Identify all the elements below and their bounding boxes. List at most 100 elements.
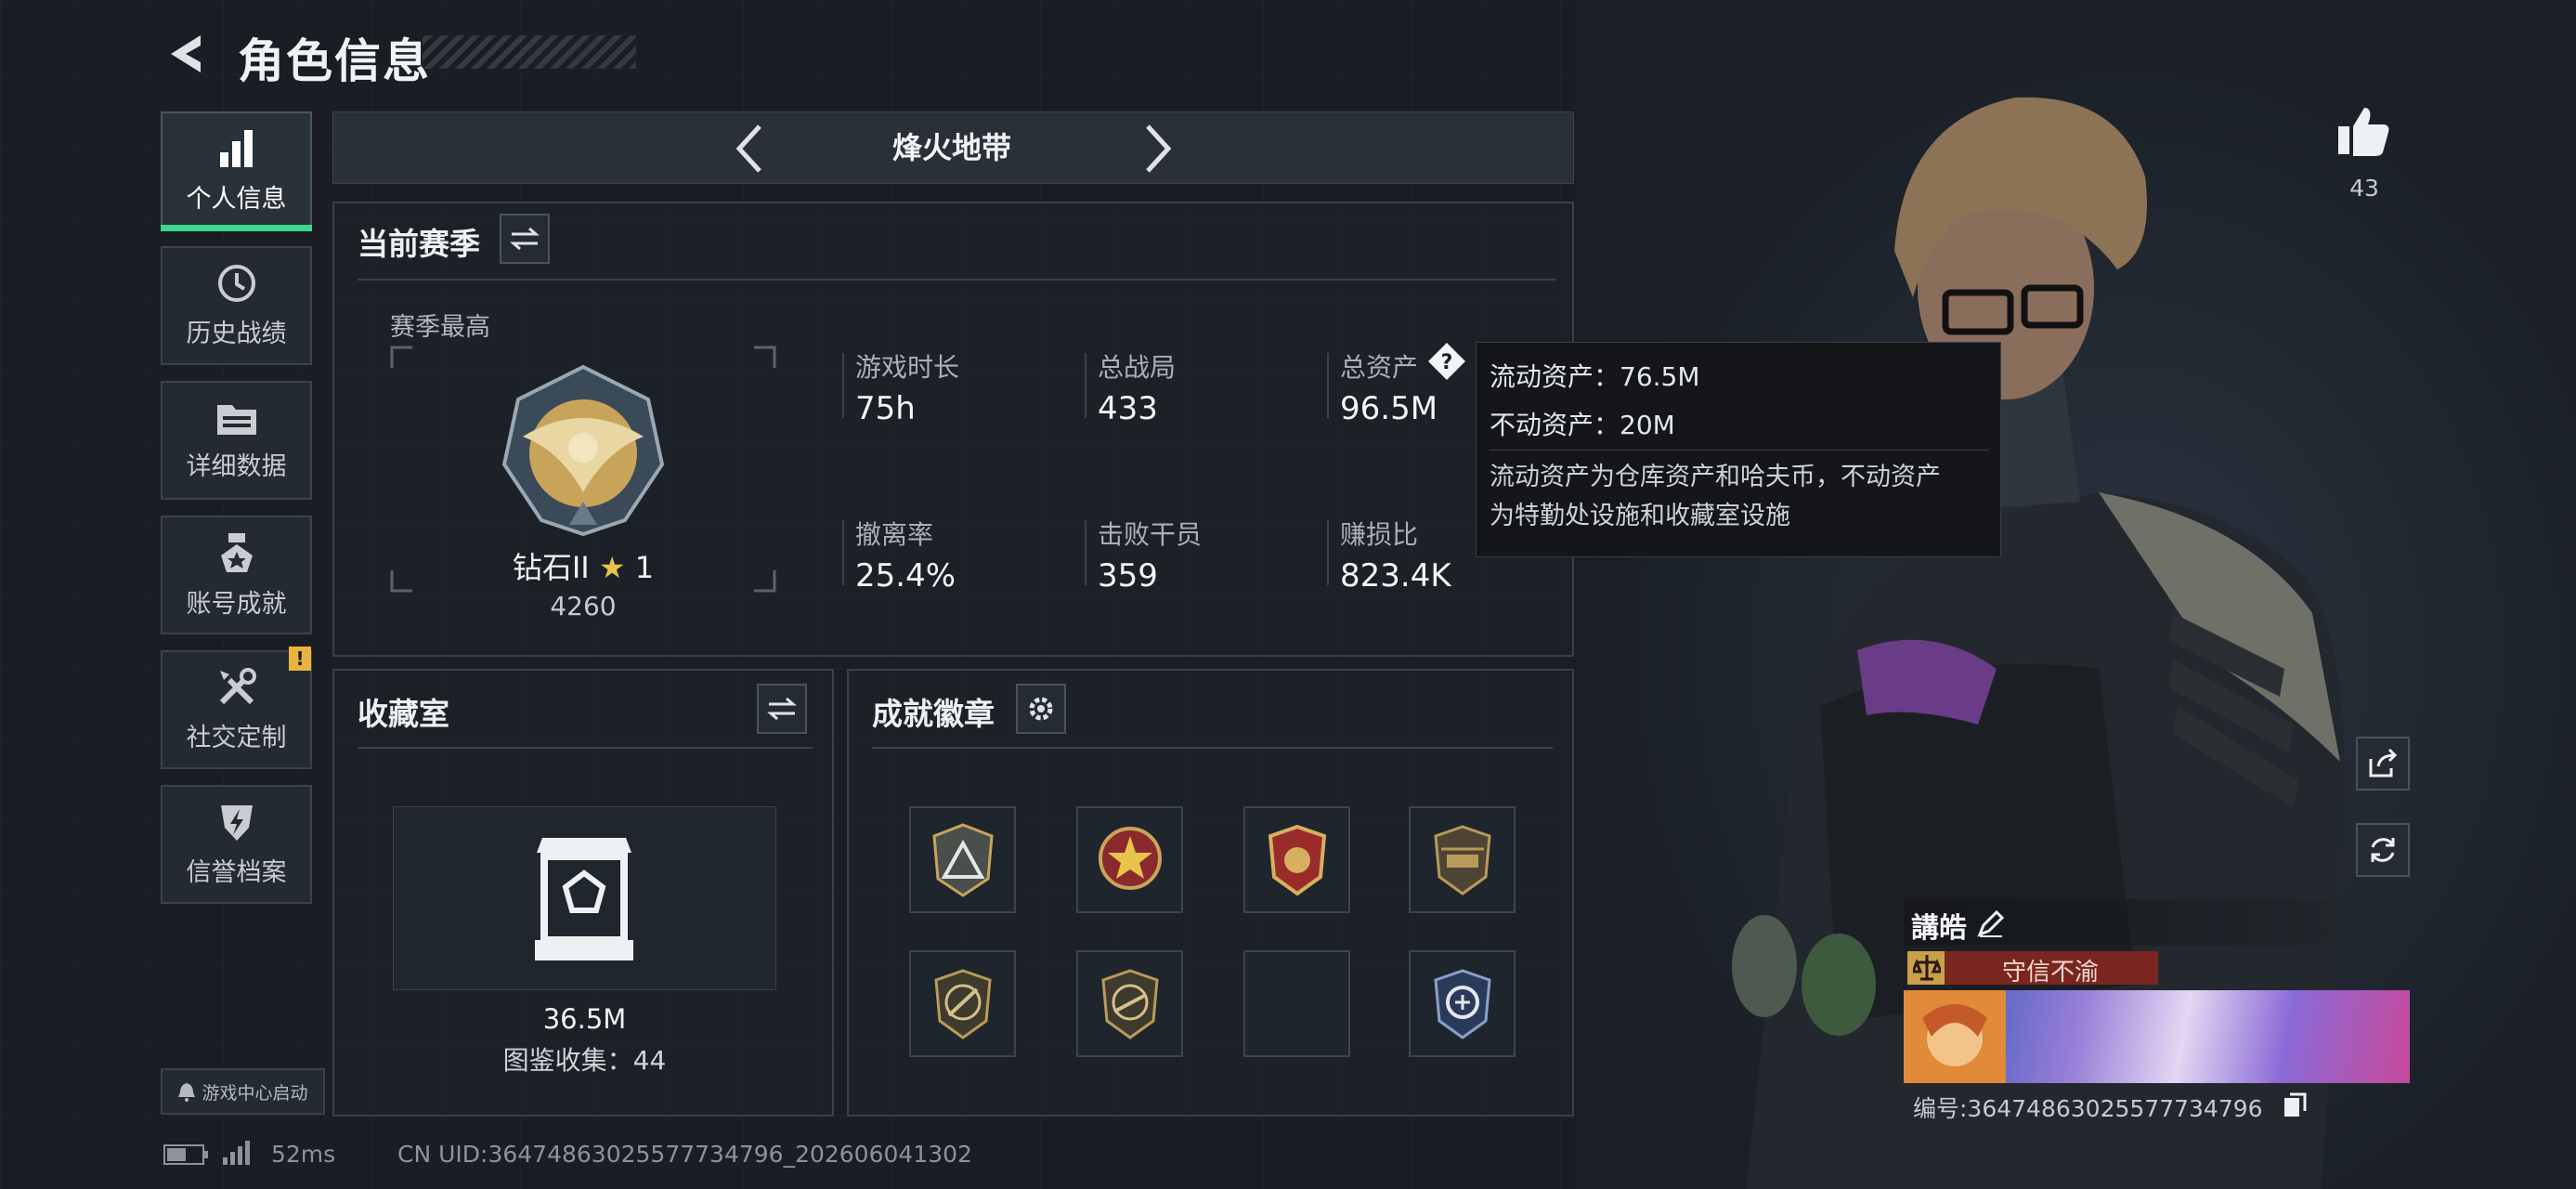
page-title: 角色信息	[238, 34, 431, 88]
red-shield-badge-icon	[1268, 824, 1326, 895]
season-best-label: 赛季最高	[390, 313, 490, 342]
divider	[1327, 520, 1329, 585]
divider	[842, 353, 844, 418]
swap-icon	[767, 697, 797, 721]
collection-switch-button[interactable]	[757, 684, 807, 734]
badge-slot[interactable]	[1409, 950, 1516, 1057]
season-title: 当前赛季	[358, 226, 480, 262]
thumbs-up-icon	[2338, 108, 2389, 156]
next-mode-button[interactable]	[1140, 121, 1177, 180]
collection-value: 36.5M	[542, 1003, 627, 1035]
copy-icon	[2284, 1092, 2307, 1117]
star-icon: ★	[598, 550, 626, 585]
badge-slot-empty[interactable]	[1243, 950, 1350, 1057]
active-indicator	[161, 225, 312, 231]
warning-badge: !	[289, 647, 311, 671]
rank-stars: 1	[634, 550, 655, 585]
shield-bolt-icon	[220, 804, 253, 841]
divider	[872, 747, 1553, 749]
divider	[1085, 520, 1086, 585]
season-switch-button[interactable]	[500, 214, 550, 264]
history-icon	[217, 264, 255, 302]
chevron-right-icon	[1146, 124, 1172, 173]
badge-slot[interactable]	[909, 950, 1016, 1057]
battery-icon	[163, 1144, 208, 1165]
badge-slot[interactable]	[1409, 806, 1516, 913]
back-button[interactable]	[160, 28, 212, 80]
back-arrow-icon	[171, 35, 201, 72]
avatar[interactable]	[1904, 990, 2006, 1083]
badge-slot[interactable]	[1243, 806, 1350, 913]
rank-score: 4260	[550, 591, 617, 621]
sidebar-item-label: 个人信息	[186, 184, 287, 214]
stat-value: 25.4%	[855, 557, 956, 594]
sidebar-item-label: 历史战绩	[186, 319, 287, 348]
badge-slot[interactable]	[909, 806, 1016, 913]
sidebar-item-history[interactable]: 历史战绩	[161, 246, 312, 365]
badge-slot[interactable]	[1076, 806, 1183, 913]
sidebar-item-achievements[interactable]: 账号成就	[161, 516, 312, 634]
stat-label: 总资产	[1340, 352, 1419, 383]
sidebar-item-reputation[interactable]: 信誉档案	[161, 785, 312, 904]
divider	[1490, 450, 1989, 451]
helicopter-shield-badge-icon	[1433, 824, 1491, 895]
sidebar-item-label: 信誉档案	[186, 857, 287, 887]
honor-scale-icon	[1910, 953, 1944, 986]
asset-help-button[interactable]: ?	[1427, 342, 1466, 385]
prev-mode-button[interactable]	[730, 121, 767, 180]
tooltip-description-2: 为特勤处设施和收藏室设施	[1490, 502, 1790, 530]
crossed-rifle-badge-icon	[933, 968, 992, 1039]
sidebar-item-profile[interactable]: 个人信息	[161, 111, 312, 230]
folder-icon	[216, 404, 256, 435]
stat-label: 撤离率	[855, 519, 934, 550]
edit-name-button[interactable]	[1976, 908, 2006, 942]
swap-icon	[510, 227, 540, 251]
tooltip-description-1: 流动资产为仓库资产和哈夫币，不动资产	[1490, 463, 1941, 491]
ping-value: 52ms	[271, 1141, 336, 1168]
stat-label: 赚损比	[1340, 519, 1419, 550]
rifle-shield-badge-icon	[1100, 968, 1159, 1039]
game-center-button[interactable]: 游戏中心启动	[161, 1068, 325, 1115]
player-name: 講皓	[1911, 912, 1967, 945]
badges-settings-button[interactable]	[1016, 684, 1066, 734]
sidebar-item-details[interactable]: 详细数据	[161, 381, 312, 500]
divider	[842, 520, 844, 585]
stat-value: 359	[1098, 557, 1158, 594]
sidebar-item-label: 详细数据	[186, 451, 287, 481]
blue-shield-badge-icon	[1433, 968, 1491, 1039]
badges-title: 成就徽章	[872, 696, 995, 732]
signal-icon	[223, 1141, 250, 1165]
chevron-left-icon	[735, 124, 761, 173]
svg-text:?: ?	[1441, 351, 1453, 374]
copy-id-button[interactable]	[2283, 1092, 2307, 1122]
bar-chart-icon	[219, 129, 253, 167]
stat-value: 75h	[855, 390, 916, 427]
divider	[1085, 353, 1086, 418]
like-button[interactable]	[2336, 104, 2390, 162]
tooltip-fixed-assets: 不动资产：20M	[1490, 410, 1675, 440]
sidebar-item-label: 账号成就	[186, 589, 287, 619]
stat-value: 823.4K	[1340, 557, 1451, 594]
medal-icon	[220, 532, 253, 572]
refresh-icon	[2371, 838, 2395, 862]
mode-title: 烽火地带	[891, 130, 1011, 165]
rank-name: 钻石II	[512, 550, 590, 585]
player-id: 编号:3647486302557773479­6	[1913, 1095, 2263, 1122]
triangle-shield-badge-icon	[931, 822, 994, 897]
rank-line: 钻石II ★ 1	[390, 544, 776, 587]
share-button[interactable]	[2356, 737, 2410, 790]
game-center-label: 游戏中心启动	[202, 1082, 308, 1104]
question-diamond-icon: ?	[1428, 343, 1465, 380]
divider	[358, 279, 1555, 281]
refresh-button[interactable]	[2356, 823, 2410, 877]
tooltip-liquid-assets: 流动资产：76.5M	[1490, 361, 1700, 392]
sidebar-item-label: 社交定制	[186, 723, 287, 752]
divider	[358, 747, 813, 749]
collection-count: 图鉴收集：44	[502, 1045, 667, 1076]
star-emblem-badge-icon	[1098, 826, 1162, 890]
collection-vault-icon	[535, 838, 633, 960]
badge-slot[interactable]	[1076, 950, 1183, 1057]
tools-icon	[219, 667, 256, 704]
collection-title: 收藏室	[358, 696, 449, 732]
stat-label: 总战局	[1098, 352, 1177, 383]
